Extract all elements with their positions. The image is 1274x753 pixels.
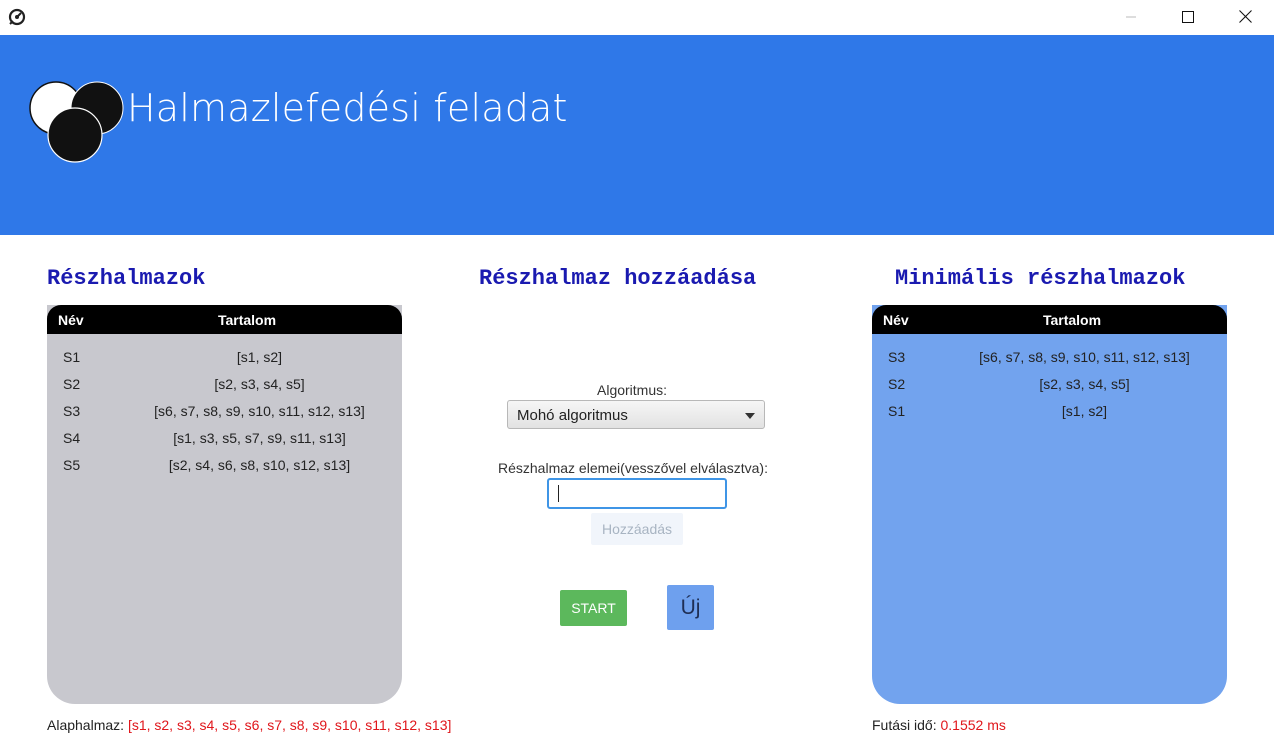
close-icon [1238, 10, 1252, 23]
row-content: [s2, s3, s4, s5] [1039, 376, 1130, 392]
minimize-button[interactable] [1108, 0, 1154, 33]
gear-icon[interactable] [7, 7, 27, 27]
new-button[interactable]: Új [667, 585, 714, 630]
row-name: S2 [63, 376, 81, 392]
row-name: S1 [888, 403, 906, 419]
row-content: [s2, s4, s6, s8, s10, s12, s13] [168, 457, 351, 473]
subsets-table: Név Tartalom S1 [s1, s2] S2 [s2, s3, s4, s5… [47, 305, 402, 704]
base-set-value: [s1, s2, s3, s4, s5, s6, s7, s8, s9, s10… [127, 717, 452, 733]
runtime-label: Futási idő: [872, 717, 937, 733]
minimal-subsets-table: Név Tartalom S3 [s6, s7, s8, s9, s10, s11… [872, 305, 1227, 704]
table-row[interactable]: S5 [s2, s4, s6, s8, s10, s12, s13] [47, 453, 402, 480]
algorithm-select[interactable]: Mohó algoritmus [507, 400, 765, 429]
row-name: S4 [63, 430, 81, 446]
app-title: Halmazlefedési feladat [127, 86, 568, 130]
table-row[interactable]: S4 [s1, s3, s5, s7, s9, s11, s13] [47, 426, 402, 453]
elements-input[interactable] [547, 478, 727, 509]
row-name: S3 [888, 349, 906, 365]
row-name: S5 [63, 457, 81, 473]
row-name: S3 [63, 403, 81, 419]
algorithm-label: Algoritmus: [597, 382, 668, 398]
table-row[interactable]: S1 [s1, s2] [872, 399, 1227, 426]
table-row[interactable]: S2 [s2, s3, s4, s5] [872, 372, 1227, 399]
row-content: [s1, s3, s5, s7, s9, s11, s13] [173, 430, 346, 446]
row-content: [s6, s7, s8, s9, s10, s11, s12, s13] [979, 349, 1190, 365]
row-name: S2 [888, 376, 906, 392]
text-caret [558, 485, 559, 502]
column-content[interactable]: Tartalom [872, 312, 1227, 328]
chevron-down-icon [745, 413, 755, 419]
minimize-icon [1126, 16, 1136, 17]
table-row[interactable]: S3 [s6, s7, s8, s9, s10, s11, s12, s13] [872, 345, 1227, 372]
table-row[interactable]: S3 [s6, s7, s8, s9, s10, s11, s12, s13] [47, 399, 402, 426]
table-body: S3 [s6, s7, s8, s9, s10, s11, s12, s13] S2… [872, 345, 1227, 426]
base-set-label: Alaphalmaz: [47, 717, 125, 733]
row-content: [s1, s2] [236, 349, 283, 365]
elements-label: Részhalmaz elemei(vesszővel elválasztva)… [498, 460, 768, 476]
maximize-button[interactable] [1165, 0, 1211, 33]
column-content[interactable]: Tartalom [47, 312, 402, 328]
runtime-value: 0.1552 ms [940, 717, 1006, 733]
row-content: [s2, s3, s4, s5] [214, 376, 305, 392]
close-button[interactable] [1222, 0, 1268, 33]
row-content: [s1, s2] [1061, 403, 1108, 419]
row-name: S1 [63, 349, 81, 365]
algorithm-selected-value: Mohó algoritmus [517, 407, 628, 424]
add-subset-heading: Részhalmaz hozzáadása [479, 266, 757, 291]
maximize-icon [1182, 10, 1194, 23]
circles-logo [29, 81, 124, 163]
table-row[interactable]: S2 [s2, s3, s4, s5] [47, 372, 402, 399]
window-titlebar [0, 0, 1274, 35]
minimal-subsets-heading: Minimális részhalmazok [895, 266, 1186, 291]
row-content: [s6, s7, s8, s9, s10, s11, s12, s13] [154, 403, 365, 419]
add-button[interactable]: Hozzáadás [591, 513, 683, 545]
base-set-info: Alaphalmaz: [s1, s2, s3, s4, s5, s6, s7,… [47, 717, 451, 733]
table-body: S1 [s1, s2] S2 [s2, s3, s4, s5] S3 [s6, s7, s… [47, 345, 402, 480]
table-header: Név Tartalom [872, 305, 1227, 334]
start-button[interactable]: START [560, 590, 627, 626]
runtime-info: Futási idő: 0.1552 ms [872, 717, 1006, 733]
table-row[interactable]: S1 [s1, s2] [47, 345, 402, 372]
table-header: Név Tartalom [47, 305, 402, 334]
subsets-heading: Részhalmazok [47, 266, 206, 291]
app-header [0, 35, 1274, 235]
